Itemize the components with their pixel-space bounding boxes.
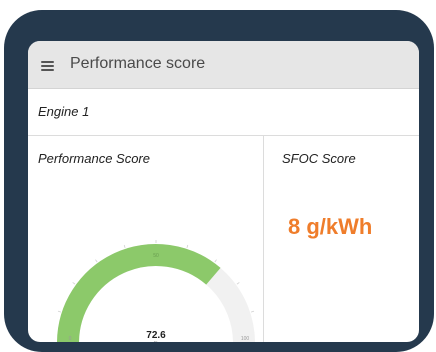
page-title: Performance score bbox=[70, 55, 206, 72]
device-frame: Performance score Engine 1 Performance S… bbox=[4, 10, 434, 352]
app-screen: Performance score Engine 1 Performance S… bbox=[28, 41, 419, 342]
sfoc-score-panel: SFOC Score 8 g/kWh bbox=[264, 136, 419, 342]
gauge-mid-label: 50 bbox=[153, 253, 159, 259]
gauge-tick bbox=[186, 244, 189, 249]
gauge-tick bbox=[236, 282, 240, 285]
app-bar: Performance score bbox=[28, 41, 419, 89]
sfoc-score-title: SFOC Score bbox=[282, 151, 356, 166]
gauge-tick bbox=[95, 259, 98, 263]
sfoc-score-value: 8 g/kWh bbox=[288, 214, 373, 239]
gauge-value: 72.6 bbox=[146, 330, 166, 341]
gauge-tick bbox=[250, 310, 255, 313]
menu-icon-line bbox=[41, 61, 54, 63]
gauge-tick bbox=[123, 244, 126, 249]
gauge-max-label: 100 bbox=[241, 336, 250, 342]
engine-row[interactable]: Engine 1 bbox=[28, 89, 419, 136]
gauge-min-label: 0 bbox=[69, 336, 72, 342]
performance-score-panel: Performance Score 0 50 100 72.6 % bbox=[28, 136, 264, 342]
menu-icon-line bbox=[41, 69, 54, 71]
gauge-tick bbox=[57, 310, 62, 313]
gauge-unit: % bbox=[154, 341, 159, 342]
gauge-tick bbox=[72, 282, 76, 285]
gauge-fill bbox=[57, 244, 221, 342]
gauge-tick bbox=[214, 259, 217, 263]
menu-icon-line bbox=[41, 65, 54, 67]
performance-gauge: 0 50 100 72.6 % bbox=[57, 240, 255, 342]
menu-icon[interactable] bbox=[41, 61, 54, 71]
engine-label: Engine 1 bbox=[38, 104, 90, 119]
